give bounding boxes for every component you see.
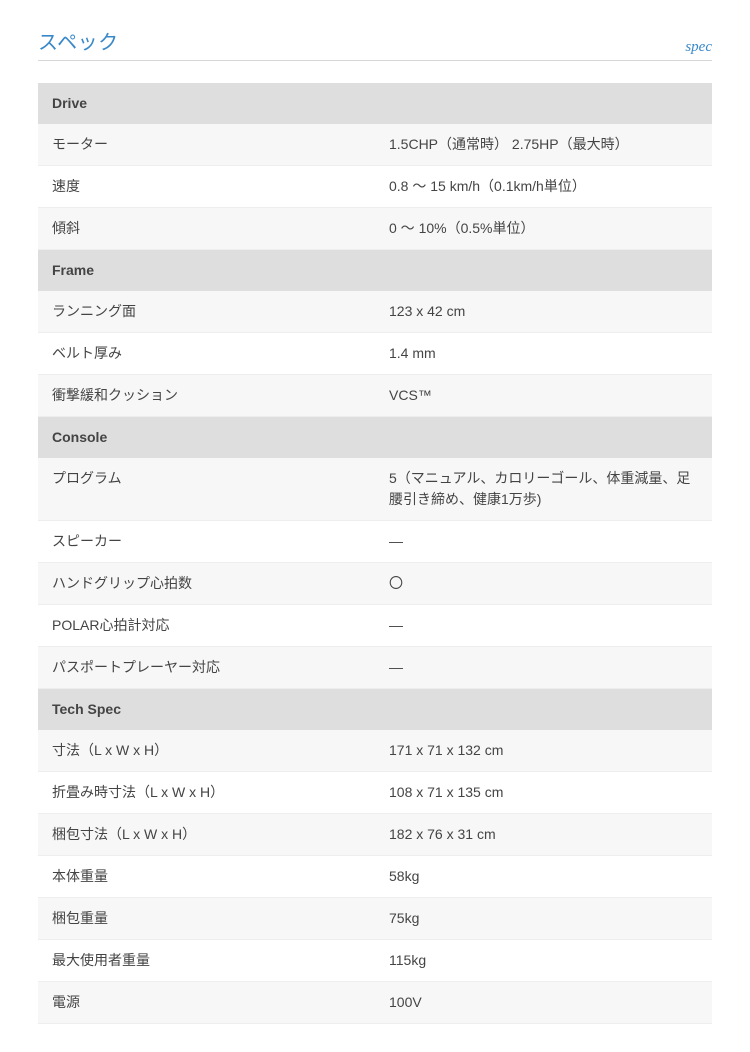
section-title: Console	[38, 417, 712, 459]
table-row: ハンドグリップ心拍数〇	[38, 563, 712, 605]
table-row: パスポートプレーヤー対応—	[38, 647, 712, 689]
header-title: スペック	[38, 28, 119, 58]
row-value: —	[375, 521, 712, 563]
row-label: モーター	[38, 124, 375, 166]
row-value: —	[375, 647, 712, 689]
row-label: 折畳み時寸法（L x W x H）	[38, 772, 375, 814]
table-row: ランニング面123 x 42 cm	[38, 291, 712, 333]
section-header: Frame	[38, 250, 712, 292]
row-label: 梱包重量	[38, 898, 375, 940]
row-value: —	[375, 605, 712, 647]
row-label: 梱包寸法（L x W x H）	[38, 814, 375, 856]
row-label: パスポートプレーヤー対応	[38, 647, 375, 689]
table-row: 速度0.8 〜 15 km/h（0.1km/h単位）	[38, 166, 712, 208]
row-label: ベルト厚み	[38, 333, 375, 375]
row-label: プログラム	[38, 458, 375, 521]
page-header: スペック spec	[38, 28, 712, 61]
row-value: 5（マニュアル、カロリーゴール、体重減量、足腰引き締め、健康1万歩)	[375, 458, 712, 521]
row-value: 58kg	[375, 856, 712, 898]
table-row: プログラム5（マニュアル、カロリーゴール、体重減量、足腰引き締め、健康1万歩)	[38, 458, 712, 521]
table-row: 梱包寸法（L x W x H）182 x 76 x 31 cm	[38, 814, 712, 856]
row-value: 75kg	[375, 898, 712, 940]
table-row: 折畳み時寸法（L x W x H）108 x 71 x 135 cm	[38, 772, 712, 814]
table-row: 衝撃緩和クッションVCS™	[38, 375, 712, 417]
row-value: 1.4 mm	[375, 333, 712, 375]
table-row: 傾斜0 〜 10%（0.5%単位）	[38, 208, 712, 250]
row-label: ハンドグリップ心拍数	[38, 563, 375, 605]
section-title: Frame	[38, 250, 712, 292]
section-header: Drive	[38, 83, 712, 124]
table-row: モーター1.5CHP（通常時） 2.75HP（最大時）	[38, 124, 712, 166]
row-value: 〇	[375, 563, 712, 605]
table-row: 本体重量58kg	[38, 856, 712, 898]
row-value: 115kg	[375, 940, 712, 982]
row-value: 0.8 〜 15 km/h（0.1km/h単位）	[375, 166, 712, 208]
row-label: POLAR心拍計対応	[38, 605, 375, 647]
section-title: Drive	[38, 83, 712, 124]
row-label: スピーカー	[38, 521, 375, 563]
table-row: ベルト厚み1.4 mm	[38, 333, 712, 375]
table-row: 梱包重量75kg	[38, 898, 712, 940]
row-label: ランニング面	[38, 291, 375, 333]
section-title: Tech Spec	[38, 689, 712, 731]
row-value: 100V	[375, 982, 712, 1024]
row-value: 0 〜 10%（0.5%単位）	[375, 208, 712, 250]
spec-table: Driveモーター1.5CHP（通常時） 2.75HP（最大時）速度0.8 〜 …	[38, 83, 712, 1024]
row-label: 本体重量	[38, 856, 375, 898]
row-value: 1.5CHP（通常時） 2.75HP（最大時）	[375, 124, 712, 166]
row-label: 傾斜	[38, 208, 375, 250]
row-value: 171 x 71 x 132 cm	[375, 730, 712, 772]
table-row: 寸法（L x W x H）171 x 71 x 132 cm	[38, 730, 712, 772]
row-value: VCS™	[375, 375, 712, 417]
table-row: スピーカー—	[38, 521, 712, 563]
row-value: 123 x 42 cm	[375, 291, 712, 333]
row-label: 電源	[38, 982, 375, 1024]
header-subtitle: spec	[685, 36, 712, 59]
row-label: 寸法（L x W x H）	[38, 730, 375, 772]
row-label: 速度	[38, 166, 375, 208]
section-header: Tech Spec	[38, 689, 712, 731]
row-label: 衝撃緩和クッション	[38, 375, 375, 417]
row-value: 108 x 71 x 135 cm	[375, 772, 712, 814]
row-value: 182 x 76 x 31 cm	[375, 814, 712, 856]
row-label: 最大使用者重量	[38, 940, 375, 982]
table-row: 最大使用者重量115kg	[38, 940, 712, 982]
table-row: POLAR心拍計対応—	[38, 605, 712, 647]
table-row: 電源100V	[38, 982, 712, 1024]
section-header: Console	[38, 417, 712, 459]
